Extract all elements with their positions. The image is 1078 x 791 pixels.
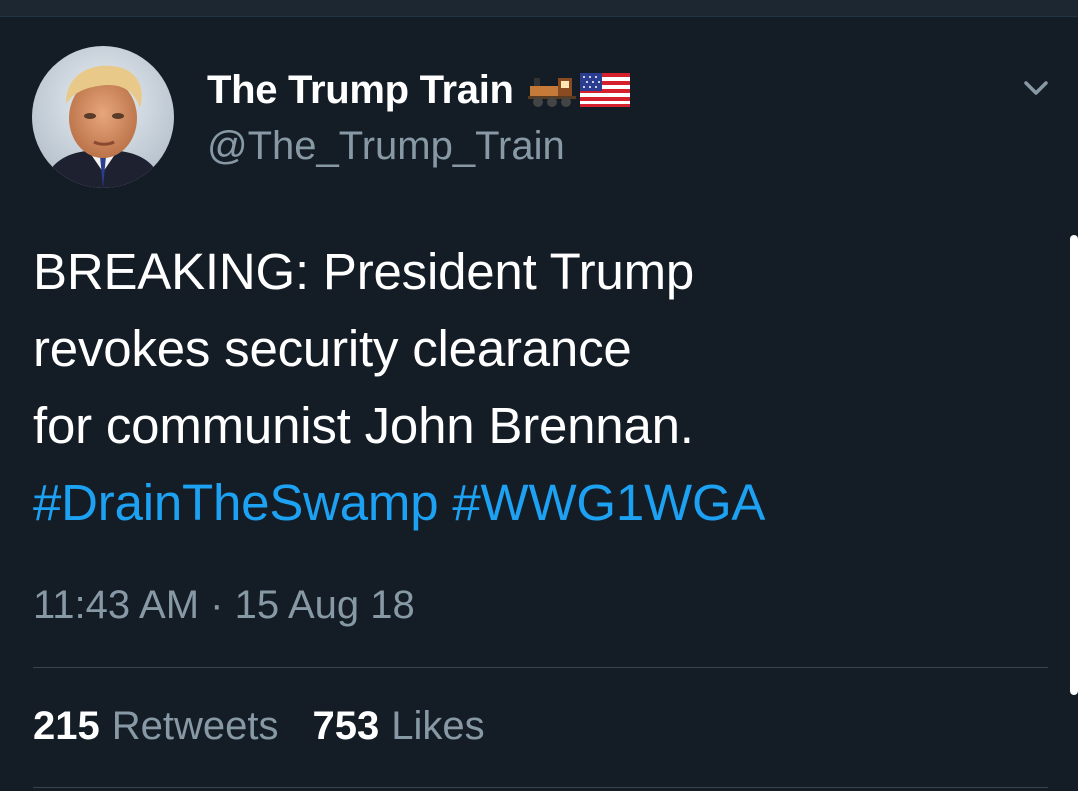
likes-count[interactable]: 753: [313, 704, 380, 749]
handle[interactable]: @The_Trump_Train: [207, 124, 565, 169]
tweet-line: for communist John Brennan.: [33, 397, 694, 454]
display-name[interactable]: The Trump Train: [207, 68, 514, 113]
divider: [33, 787, 1048, 788]
divider: [33, 667, 1048, 668]
tweet-line: revokes security clearance: [33, 320, 632, 377]
name-icons: [527, 72, 630, 108]
display-name-row[interactable]: The Trump Train: [207, 62, 630, 118]
avatar[interactable]: [32, 46, 174, 188]
us-flag-icon: [579, 73, 630, 107]
avatar-image: [32, 46, 174, 188]
top-bar: [0, 0, 1078, 17]
scrollbar[interactable]: [1070, 235, 1078, 695]
hashtag-link[interactable]: #DrainTheSwamp: [33, 474, 439, 531]
chevron-down-icon[interactable]: [1018, 72, 1054, 104]
tweet-text: BREAKING: President Trump revokes securi…: [33, 233, 1033, 541]
hashtag-line: #DrainTheSwamp #WWG1WGA: [33, 464, 1033, 541]
hashtag-link[interactable]: #WWG1WGA: [452, 474, 765, 531]
likes-label[interactable]: Likes: [391, 704, 484, 749]
tweet-stats: 215 Retweets 753 Likes: [33, 704, 485, 749]
tweet-line: BREAKING: President Trump: [33, 243, 695, 300]
tweet-timestamp[interactable]: 11:43 AM · 15 Aug 18: [33, 583, 415, 628]
retweets-count[interactable]: 215: [33, 704, 100, 749]
retweets-label[interactable]: Retweets: [112, 704, 279, 749]
locomotive-icon: [527, 78, 576, 107]
